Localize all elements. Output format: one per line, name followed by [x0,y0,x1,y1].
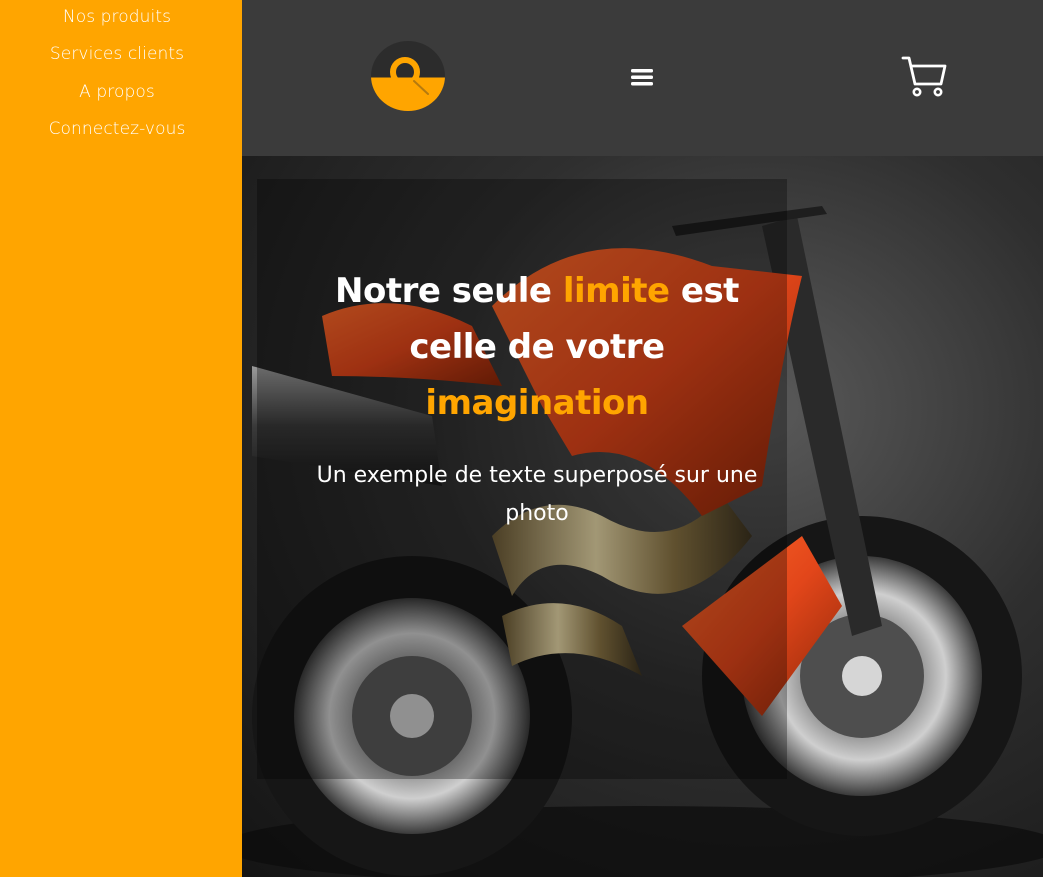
sidebar-item-connectez-vous[interactable]: Connectez-vous [0,119,234,139]
sidebar-item-nos-produits[interactable]: Nos produits [0,7,234,27]
sidebar-nav: Nos produits Services clients A propos C… [0,0,242,877]
hamburger-menu-icon[interactable] [630,66,654,88]
hero-title-accent-imagination: imagination [425,383,649,423]
hero-title-part1: Notre seule [335,271,563,311]
sidebar-item-a-propos[interactable]: A propos [0,82,234,102]
top-header [242,0,1043,156]
hero-title-accent-limite: limite [562,271,670,311]
logo-search-icon[interactable] [371,41,445,111]
hero-section: Notre seule limite est celle de votre im… [242,156,1043,877]
hero-subtitle: Un exemple de texte superposé sur une ph… [316,463,758,526]
page: Nos produits Services clients A propos C… [0,0,1043,877]
hero-title: Notre seule limite est celle de votre im… [317,263,757,431]
sidebar-item-services-clients[interactable]: Services clients [0,44,234,64]
shopping-cart-icon[interactable] [900,52,948,100]
hero-text-overlay: Notre seule limite est celle de votre im… [257,179,787,779]
